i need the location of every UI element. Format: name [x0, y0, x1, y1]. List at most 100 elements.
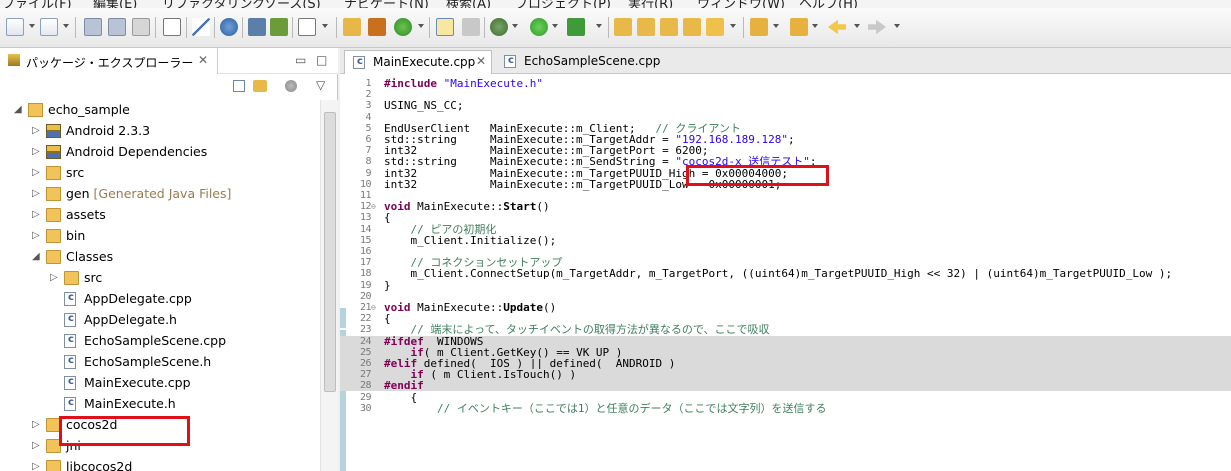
tree-item[interactable]: ◢ echo_sample: [0, 100, 320, 121]
menu-item[interactable]: 編集(E): [93, 0, 137, 8]
minimize-icon[interactable]: ▭: [295, 53, 306, 67]
build-project-icon[interactable]: [368, 18, 386, 36]
pin-icon[interactable]: [192, 18, 210, 36]
tab-package-explorer[interactable]: パッケージ・エクスプローラー ✕: [0, 48, 218, 74]
collapsed-twisty-icon[interactable]: ▷: [32, 419, 42, 430]
code-line[interactable]: 30 // イベントキー（ここでは1）と任意のデータ（ここでは文字列）を送信する: [340, 403, 1231, 414]
new-icon[interactable]: [6, 18, 24, 36]
filter-icon[interactable]: [285, 80, 297, 92]
code-line[interactable]: 12 ⊖ void MainExecute::Start(): [340, 201, 1231, 212]
refresh-icon[interactable]: [394, 18, 412, 36]
code-line[interactable]: 19}: [340, 280, 1231, 291]
tree-item[interactable]: ▷ assets: [0, 205, 320, 226]
tree-item[interactable]: MainExecute.h: [0, 394, 320, 415]
binary-icon[interactable]: [163, 18, 181, 36]
collapsed-twisty-icon[interactable]: ▷: [32, 209, 42, 220]
menu-item[interactable]: ファイル(F): [2, 0, 72, 8]
tree-item[interactable]: ◢ Classes: [0, 247, 320, 268]
tab-echosamplescene-cpp[interactable]: EchoSampleScene.cpp: [496, 50, 660, 74]
collapsed-twisty-icon[interactable]: ▷: [32, 461, 42, 471]
next-annotation-icon[interactable]: [750, 18, 768, 36]
tree-item[interactable]: ▷ src: [0, 268, 320, 289]
menu-item[interactable]: ソース(S): [264, 0, 321, 8]
collapsed-twisty-icon[interactable]: ▷: [32, 188, 42, 199]
code-line[interactable]: 3 USING_NS_CC;: [340, 100, 1231, 111]
settings-icon[interactable]: [490, 18, 508, 36]
tree-item[interactable]: AppDelegate.cpp: [0, 289, 320, 310]
console-icon[interactable]: [270, 18, 288, 36]
tab-mainexecute-cpp[interactable]: MainExecute.cpp ✕: [344, 50, 492, 74]
code-line[interactable]: 24 #ifdef _WINDOWS: [340, 335, 1231, 347]
tree-item[interactable]: AppDelegate.h: [0, 310, 320, 331]
collapsed-twisty-icon[interactable]: ▷: [32, 230, 42, 241]
collapsed-twisty-icon[interactable]: ▷: [32, 125, 42, 136]
external-tools-icon[interactable]: [567, 18, 585, 36]
toggle-icon[interactable]: [462, 18, 480, 36]
menu-item[interactable]: ナビゲート(N): [344, 0, 429, 8]
menu-item[interactable]: ウィンドウ(W): [697, 0, 785, 8]
code-line[interactable]: 1 #include "MainExecute.h": [340, 78, 1231, 89]
code-line[interactable]: 18 m_Client.ConnectSetup(m_TargetAddr, m…: [340, 268, 1231, 279]
tree-item[interactable]: ▷ Android Dependencies: [0, 142, 320, 163]
code-text: void MainExecute::Update(): [384, 301, 557, 314]
prev-annotation-icon[interactable]: [790, 18, 808, 36]
save-all-icon[interactable]: [108, 18, 126, 36]
save-icon[interactable]: [84, 18, 102, 36]
fold-toggle-icon[interactable]: ⊖: [371, 201, 380, 212]
expanded-twisty-icon[interactable]: ◢: [14, 104, 24, 115]
tree-item[interactable]: ▷ src: [0, 163, 320, 184]
tree-scrollbar-thumb[interactable]: [324, 112, 336, 392]
fold-toggle-icon[interactable]: ⊖: [371, 302, 380, 313]
code-line[interactable]: 15 m_Client.Initialize();: [340, 235, 1231, 246]
code-line[interactable]: 14 // ピアの初期化: [340, 224, 1231, 235]
collapsed-twisty-icon[interactable]: ▷: [32, 167, 42, 178]
open-folder-icon[interactable]: [614, 18, 632, 36]
menu-item[interactable]: 検索(A): [446, 0, 491, 8]
tree-item-label: MainExecute.h: [84, 396, 176, 411]
collapse-all-icon[interactable]: [233, 80, 245, 92]
menu-item[interactable]: リファクタリング: [162, 0, 265, 8]
collapsed-twisty-icon[interactable]: ▷: [32, 440, 42, 451]
tree-item[interactable]: ▷ gen [Generated Java Files]: [0, 184, 320, 205]
tree-item[interactable]: EchoSampleScene.h: [0, 352, 320, 373]
menu-item[interactable]: ヘルプ(H): [799, 0, 858, 8]
tree-item[interactable]: ▷ bin: [0, 226, 320, 247]
back-icon[interactable]: [828, 19, 846, 35]
code-line[interactable]: 2: [340, 89, 1231, 100]
menu-item[interactable]: 実行(R): [628, 0, 673, 8]
menu-item[interactable]: プロジェクト(P): [515, 0, 611, 8]
mark-occurrences-icon[interactable]: [436, 18, 454, 36]
expanded-twisty-icon[interactable]: ◢: [32, 251, 42, 262]
maximize-icon[interactable]: □: [316, 53, 327, 67]
tree-item[interactable]: ▷ Android 2.3.3: [0, 121, 320, 142]
search-icon[interactable]: [660, 18, 678, 36]
debug-config-icon[interactable]: [220, 18, 238, 36]
close-icon[interactable]: ✕: [198, 53, 208, 67]
code-line[interactable]: 23 // 端末によって、タッチイベントの取得方法が異なるので、ここで吸収: [340, 324, 1231, 335]
forward-icon[interactable]: [868, 19, 886, 35]
tree-item[interactable]: MainExecute.cpp: [0, 373, 320, 394]
print-icon[interactable]: [132, 18, 150, 36]
checkbox-icon[interactable]: [298, 18, 316, 36]
tree-item[interactable]: ▷ libcocos2d: [0, 457, 320, 471]
open-type-icon[interactable]: [637, 18, 655, 36]
build-icon[interactable]: [248, 18, 266, 36]
code-line[interactable]: 21 ⊖ void MainExecute::Update(): [340, 302, 1231, 313]
code-line[interactable]: 4: [340, 112, 1231, 123]
collapsed-twisty-icon[interactable]: ▷: [50, 272, 60, 283]
tree-item[interactable]: EchoSampleScene.cpp: [0, 331, 320, 352]
link-with-editor-icon[interactable]: [253, 80, 267, 92]
code-line[interactable]: 27 if ( m_Client.IsTouch() ): [340, 369, 1231, 381]
open-icon[interactable]: [683, 18, 701, 36]
collapsed-twisty-icon[interactable]: ▷: [32, 146, 42, 157]
new-folder-icon[interactable]: [343, 18, 361, 36]
tree-scrollbar[interactable]: [320, 100, 338, 471]
close-icon[interactable]: ✕: [476, 54, 486, 68]
view-menu-icon[interactable]: ▽: [316, 78, 325, 92]
new-class-icon[interactable]: [40, 18, 58, 36]
editor-body[interactable]: 1 #include "MainExecute.h" 2 3 USING_NS_CC; 4…: [340, 74, 1231, 471]
annotation-icon[interactable]: [706, 18, 724, 36]
run-icon[interactable]: [530, 18, 548, 36]
code-line[interactable]: 28 #endif: [340, 379, 1231, 393]
code-text: #endif: [384, 379, 424, 393]
